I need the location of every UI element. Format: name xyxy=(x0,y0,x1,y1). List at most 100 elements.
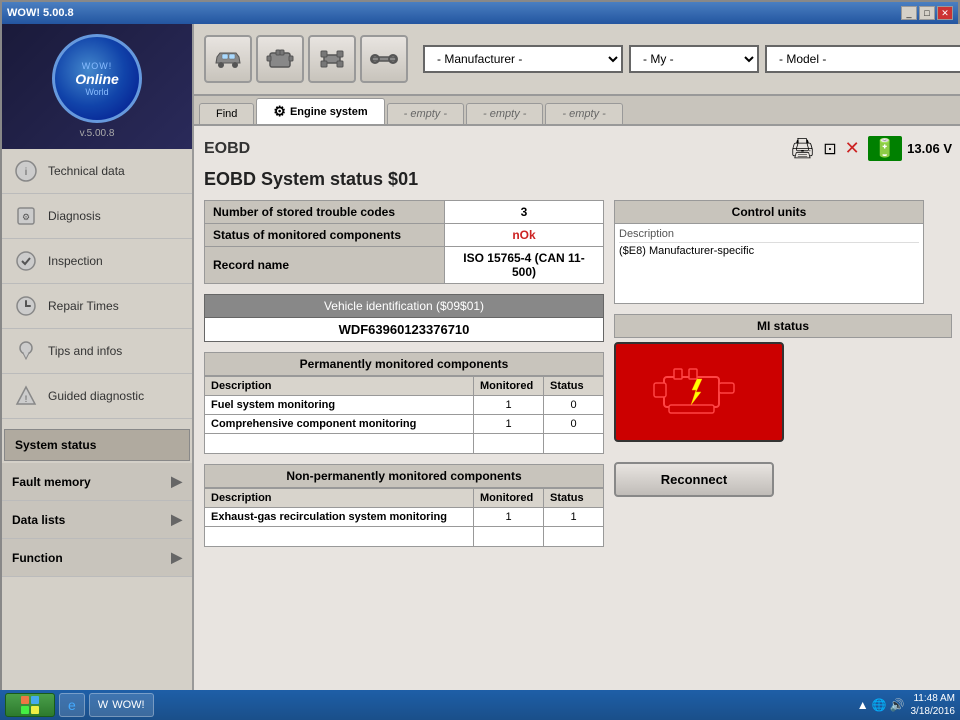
battery-indicator: 🔋 13.06 V xyxy=(868,136,952,161)
mi-status-header: MI status xyxy=(614,314,952,338)
eobd-title: EOBD xyxy=(204,140,250,158)
sidebar-item-guided[interactable]: ! Guided diagnostic xyxy=(2,374,192,419)
toolbar-icons xyxy=(204,35,408,83)
sidebar-item-diagnosis[interactable]: ⚙ Diagnosis xyxy=(2,194,192,239)
perm-col-status: Status xyxy=(544,377,604,396)
restore-window-icon[interactable]: ⊡ xyxy=(823,139,836,159)
nonperm-col-desc: Description xyxy=(205,489,474,508)
sidebar-item-function[interactable]: Function ▶ xyxy=(2,539,192,577)
maximize-button[interactable]: □ xyxy=(919,6,935,20)
left-column: Number of stored trouble codes 3 Status … xyxy=(204,200,604,557)
print-icon[interactable]: 🖨 xyxy=(790,136,815,161)
window-close-button[interactable]: ✕ xyxy=(937,6,953,20)
main-window: WOW! 5.00.8 _ □ ✕ WOW! Online World v.5.… xyxy=(0,0,960,690)
svg-text:⚙: ⚙ xyxy=(22,212,30,222)
sidebar-item-tips[interactable]: Tips and infos xyxy=(2,329,192,374)
manufacturer-dropdown[interactable]: - Manufacturer - xyxy=(423,45,623,73)
content-area: - Manufacturer - - My - - Model - ✕ ⚙ 💾 … xyxy=(194,24,960,692)
voltage-display: 13.06 V xyxy=(907,141,952,156)
dropdowns: - Manufacturer - - My - - Model - xyxy=(423,45,960,73)
taskbar-clock: 11:48 AM 3/18/2016 xyxy=(911,692,956,718)
sidebar-item-tips-label: Tips and infos xyxy=(48,344,122,358)
tab-engine-system[interactable]: ⚙ Engine system xyxy=(256,98,384,124)
ie-icon: e xyxy=(68,697,76,713)
control-units-desc-value: ($E8) Manufacturer-specific xyxy=(619,245,919,257)
version-label: v.5.00.8 xyxy=(80,128,115,139)
eobd-close-icon[interactable]: ✕ xyxy=(845,138,860,159)
monitored-value-text: nOk xyxy=(512,228,535,242)
sidebar-item-inspection-label: Inspection xyxy=(48,254,103,268)
car-icon-button[interactable] xyxy=(204,35,252,83)
battery-icon: 🔋 xyxy=(868,136,902,161)
sidebar-item-fault-memory[interactable]: Fault memory ▶ xyxy=(2,463,192,501)
monitored-value: nOk xyxy=(445,224,604,247)
tab-find-label: Find xyxy=(216,108,237,120)
taskbar-date-display: 3/18/2016 xyxy=(911,705,956,718)
nonperm-col-monitored: Monitored xyxy=(474,489,544,508)
sidebar-item-repair-times[interactable]: Repair Times xyxy=(2,284,192,329)
model-dropdown[interactable]: - Model - xyxy=(765,45,960,73)
tab-engine-system-label: Engine system xyxy=(290,106,368,118)
perm-row-empty xyxy=(205,434,604,454)
control-units-body: Description ($E8) Manufacturer-specific xyxy=(614,224,924,304)
taskbar: e W WOW! ▲ 🌐 🔊 11:48 AM 3/18/2016 xyxy=(0,690,960,720)
trouble-codes-value: 3 xyxy=(445,201,604,224)
sidebar-item-data-lists[interactable]: Data lists ▶ xyxy=(2,501,192,539)
tray-icon-1: ▲ xyxy=(857,698,869,712)
taskbar-left: e W WOW! xyxy=(5,693,154,717)
wow-taskbar-button[interactable]: W WOW! xyxy=(89,693,154,717)
tab-empty-3[interactable]: - empty - xyxy=(545,103,622,124)
sidebar-item-technical-data-label: Technical data xyxy=(48,164,125,178)
perm-desc-1: Fuel system monitoring xyxy=(205,396,474,415)
permanently-monitored-table: Description Monitored Status Fuel system… xyxy=(204,376,604,454)
tray-icon-network: 🌐 xyxy=(872,698,887,712)
minimize-button[interactable]: _ xyxy=(901,6,917,20)
svg-text:!: ! xyxy=(25,394,28,404)
tab-empty-2-label: - empty - xyxy=(483,108,526,120)
my-dropdown[interactable]: - My - xyxy=(629,45,759,73)
engine-system-tab-icon: ⚙ xyxy=(273,103,286,120)
monitored-row: Status of monitored components nOk xyxy=(205,224,604,247)
reconnect-button[interactable]: Reconnect xyxy=(614,462,774,497)
nonperm-row-empty xyxy=(205,527,604,547)
perm-status-2: 0 xyxy=(544,415,604,434)
perm-col-monitored: Monitored xyxy=(474,377,544,396)
tab-empty-1-label: - empty - xyxy=(404,108,447,120)
right-column: Control units Description ($E8) Manufact… xyxy=(614,200,952,557)
tray-icon-volume: 🔊 xyxy=(890,698,905,712)
engine-icon-button[interactable] xyxy=(256,35,304,83)
taskbar-right: ▲ 🌐 🔊 11:48 AM 3/18/2016 xyxy=(857,692,955,718)
tab-find[interactable]: Find xyxy=(199,103,254,124)
system-tray-icons: ▲ 🌐 🔊 xyxy=(857,698,905,712)
start-button[interactable] xyxy=(5,693,55,717)
record-name-row: Record name ISO 15765-4 (CAN 11-500) xyxy=(205,247,604,284)
ie-taskbar-button[interactable]: e xyxy=(59,693,85,717)
eobd-content: EOBD 🖨 ⊡ ✕ 🔋 13.06 V EOBD System status … xyxy=(194,126,960,692)
sidebar-item-technical-data[interactable]: i Technical data xyxy=(2,149,192,194)
sidebar-item-inspection[interactable]: Inspection xyxy=(2,239,192,284)
taskbar-time-display: 11:48 AM xyxy=(911,692,956,705)
permanently-monitored-section: Permanently monitored components Descrip… xyxy=(204,352,604,454)
vehicle-id-section: Vehicle identification ($09$01) WDF63960… xyxy=(204,294,604,342)
title-bar: WOW! 5.00.8 _ □ ✕ xyxy=(2,2,958,24)
nonperm-col-status: Status xyxy=(544,489,604,508)
nonperm-desc-1: Exhaust-gas recirculation system monitor… xyxy=(205,508,474,527)
windows-logo-icon xyxy=(20,695,40,715)
tab-empty-1[interactable]: - empty - xyxy=(387,103,464,124)
non-perm-monitored-header: Non-permanently monitored components xyxy=(204,464,604,488)
axle-icon-button[interactable] xyxy=(360,35,408,83)
trouble-codes-row: Number of stored trouble codes 3 xyxy=(205,201,604,224)
diagnosis-icon: ⚙ xyxy=(12,202,40,230)
guided-icon: ! xyxy=(12,382,40,410)
perm-status-1: 0 xyxy=(544,396,604,415)
tool-icon-button[interactable] xyxy=(308,35,356,83)
trouble-codes-label: Number of stored trouble codes xyxy=(205,201,445,224)
tab-empty-2[interactable]: - empty - xyxy=(466,103,543,124)
function-arrow-icon: ▶ xyxy=(171,549,182,566)
sidebar-item-diagnosis-label: Diagnosis xyxy=(48,209,101,223)
permanently-monitored-header: Permanently monitored components xyxy=(204,352,604,376)
data-lists-arrow-icon: ▶ xyxy=(171,511,182,528)
sidebar-item-system-status[interactable]: System status xyxy=(4,429,190,461)
non-permanently-monitored-section: Non-permanently monitored components Des… xyxy=(204,464,604,547)
nonperm-status-1: 1 xyxy=(544,508,604,527)
